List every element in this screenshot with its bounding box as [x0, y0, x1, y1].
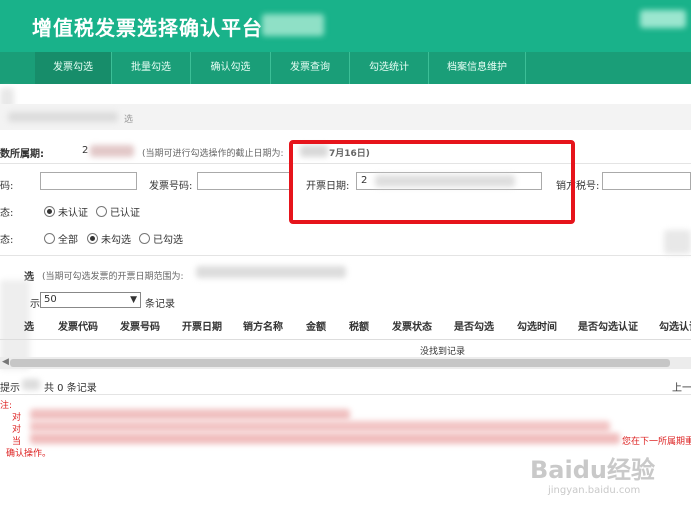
column-header: 选 — [24, 322, 34, 333]
tab-invoice-query[interactable]: 发票查询 — [271, 52, 350, 84]
radio-icon — [139, 233, 150, 244]
invoice-code-label: 码: — [0, 181, 14, 192]
table-header: 选 发票代码 发票号码 开票日期 销方名称 金额 税额 发票状态 是否勾选 勾选… — [0, 313, 691, 333]
period-hint: (当期可进行勾选操作的截止日期为: — [142, 149, 284, 159]
section-hint: (当期可勾选发票的开票日期范围为: — [42, 272, 184, 282]
column-header[interactable]: 开票日期 — [182, 318, 222, 333]
chevron-down-icon: ▼ — [130, 295, 137, 305]
invoice-number-label: 发票号码: — [149, 181, 193, 192]
radio-icon — [44, 233, 55, 244]
column-header[interactable]: 税额 — [349, 318, 369, 333]
watermark-url: jingyan.baidu.com — [548, 485, 641, 496]
auth-status-option-verified[interactable]: 已认证 — [96, 204, 140, 219]
redacted-region — [30, 421, 610, 432]
tab-confirm-select[interactable]: 确认勾选 — [191, 52, 271, 84]
page-size-value: 50 — [44, 294, 57, 305]
footer-summary: 提示 — [0, 383, 20, 394]
page-size-suffix: 条记录 — [145, 299, 175, 310]
empty-message: 没找到记录 — [420, 347, 466, 357]
app-title: 增值税发票选择确认平台 — [32, 16, 263, 40]
redacted-region — [22, 379, 40, 390]
highlight-box — [289, 140, 575, 224]
divider — [0, 255, 691, 256]
column-header[interactable]: 销方名称 — [243, 318, 283, 333]
breadcrumb-text: 选 — [124, 115, 134, 125]
record-count: 共 0 条记录 — [44, 383, 97, 394]
period-label: 数所属期: — [0, 149, 44, 160]
tab-batch-select[interactable]: 批量勾选 — [112, 52, 191, 84]
redacted-region — [640, 10, 686, 28]
column-header[interactable]: 发票状态 — [392, 318, 432, 333]
radio-icon — [96, 206, 107, 217]
auth-status-label: 态: — [0, 208, 14, 219]
tab-archive-maintenance[interactable]: 档案信息维护 — [429, 52, 526, 84]
prev-page-link[interactable]: 上一 — [672, 379, 691, 394]
column-header[interactable]: 勾选时间 — [517, 318, 557, 333]
divider — [0, 394, 691, 395]
select-status-option-unselected[interactable]: 未勾选 — [87, 231, 131, 246]
redacted-region — [262, 14, 324, 36]
column-header[interactable]: 金额 — [306, 318, 326, 333]
redacted-region — [8, 112, 118, 122]
redacted-region — [30, 409, 350, 420]
option-label: 全部 — [58, 235, 78, 246]
note-line: 确认操作。 — [6, 449, 52, 459]
arrow-left-icon[interactable]: ◀ — [2, 357, 9, 367]
note-line: 您在下一所属期重新 — [622, 437, 691, 447]
option-label: 未勾选 — [101, 235, 131, 246]
period-value: 2 — [82, 145, 89, 156]
auth-status-option-unverified[interactable]: 未认证 — [44, 204, 88, 219]
redacted-region — [196, 266, 346, 278]
option-label: 未认证 — [58, 208, 88, 219]
select-status-label: 态: — [0, 235, 14, 246]
main-nav: 发票勾选 批量勾选 确认勾选 发票查询 勾选统计 档案信息维护 — [0, 52, 691, 84]
column-header[interactable]: 是否勾选 — [454, 318, 494, 333]
breadcrumb: 选 — [0, 104, 691, 130]
redacted-region — [664, 230, 691, 254]
column-header[interactable]: 勾选认证 — [659, 318, 691, 333]
seller-tax-id-input[interactable] — [602, 172, 691, 190]
redacted-region — [90, 145, 134, 157]
baidu-watermark: Baidu经验 jingyan.baidu.com — [530, 450, 655, 496]
watermark-logo: Baidu经验 — [530, 456, 655, 484]
tab-select-stats[interactable]: 勾选统计 — [350, 52, 429, 84]
page-size-prefix: 示 — [30, 299, 40, 310]
option-label: 已认证 — [110, 208, 140, 219]
select-status-option-all[interactable]: 全部 — [44, 231, 78, 246]
column-header[interactable]: 发票号码 — [120, 318, 160, 333]
column-header[interactable]: 发票代码 — [58, 318, 98, 333]
invoice-code-input[interactable] — [40, 172, 137, 190]
invoice-number-input[interactable] — [197, 172, 293, 190]
column-header[interactable]: 是否勾选认证 — [578, 318, 638, 333]
select-status-option-selected[interactable]: 已勾选 — [139, 231, 183, 246]
note-title: 注: — [0, 401, 13, 411]
tab-invoice-select[interactable]: 发票勾选 — [35, 52, 112, 84]
redacted-region — [30, 433, 620, 444]
radio-icon — [44, 206, 55, 217]
horizontal-scrollbar[interactable]: ◀ — [0, 357, 691, 369]
option-label: 已勾选 — [153, 235, 183, 246]
radio-icon — [87, 233, 98, 244]
app-header: 增值税发票选择确认平台 — [0, 0, 691, 52]
page-size-select[interactable]: 50 ▼ — [40, 292, 141, 308]
table-row: 没找到记录 — [0, 339, 691, 359]
scrollbar-thumb[interactable] — [10, 359, 670, 367]
